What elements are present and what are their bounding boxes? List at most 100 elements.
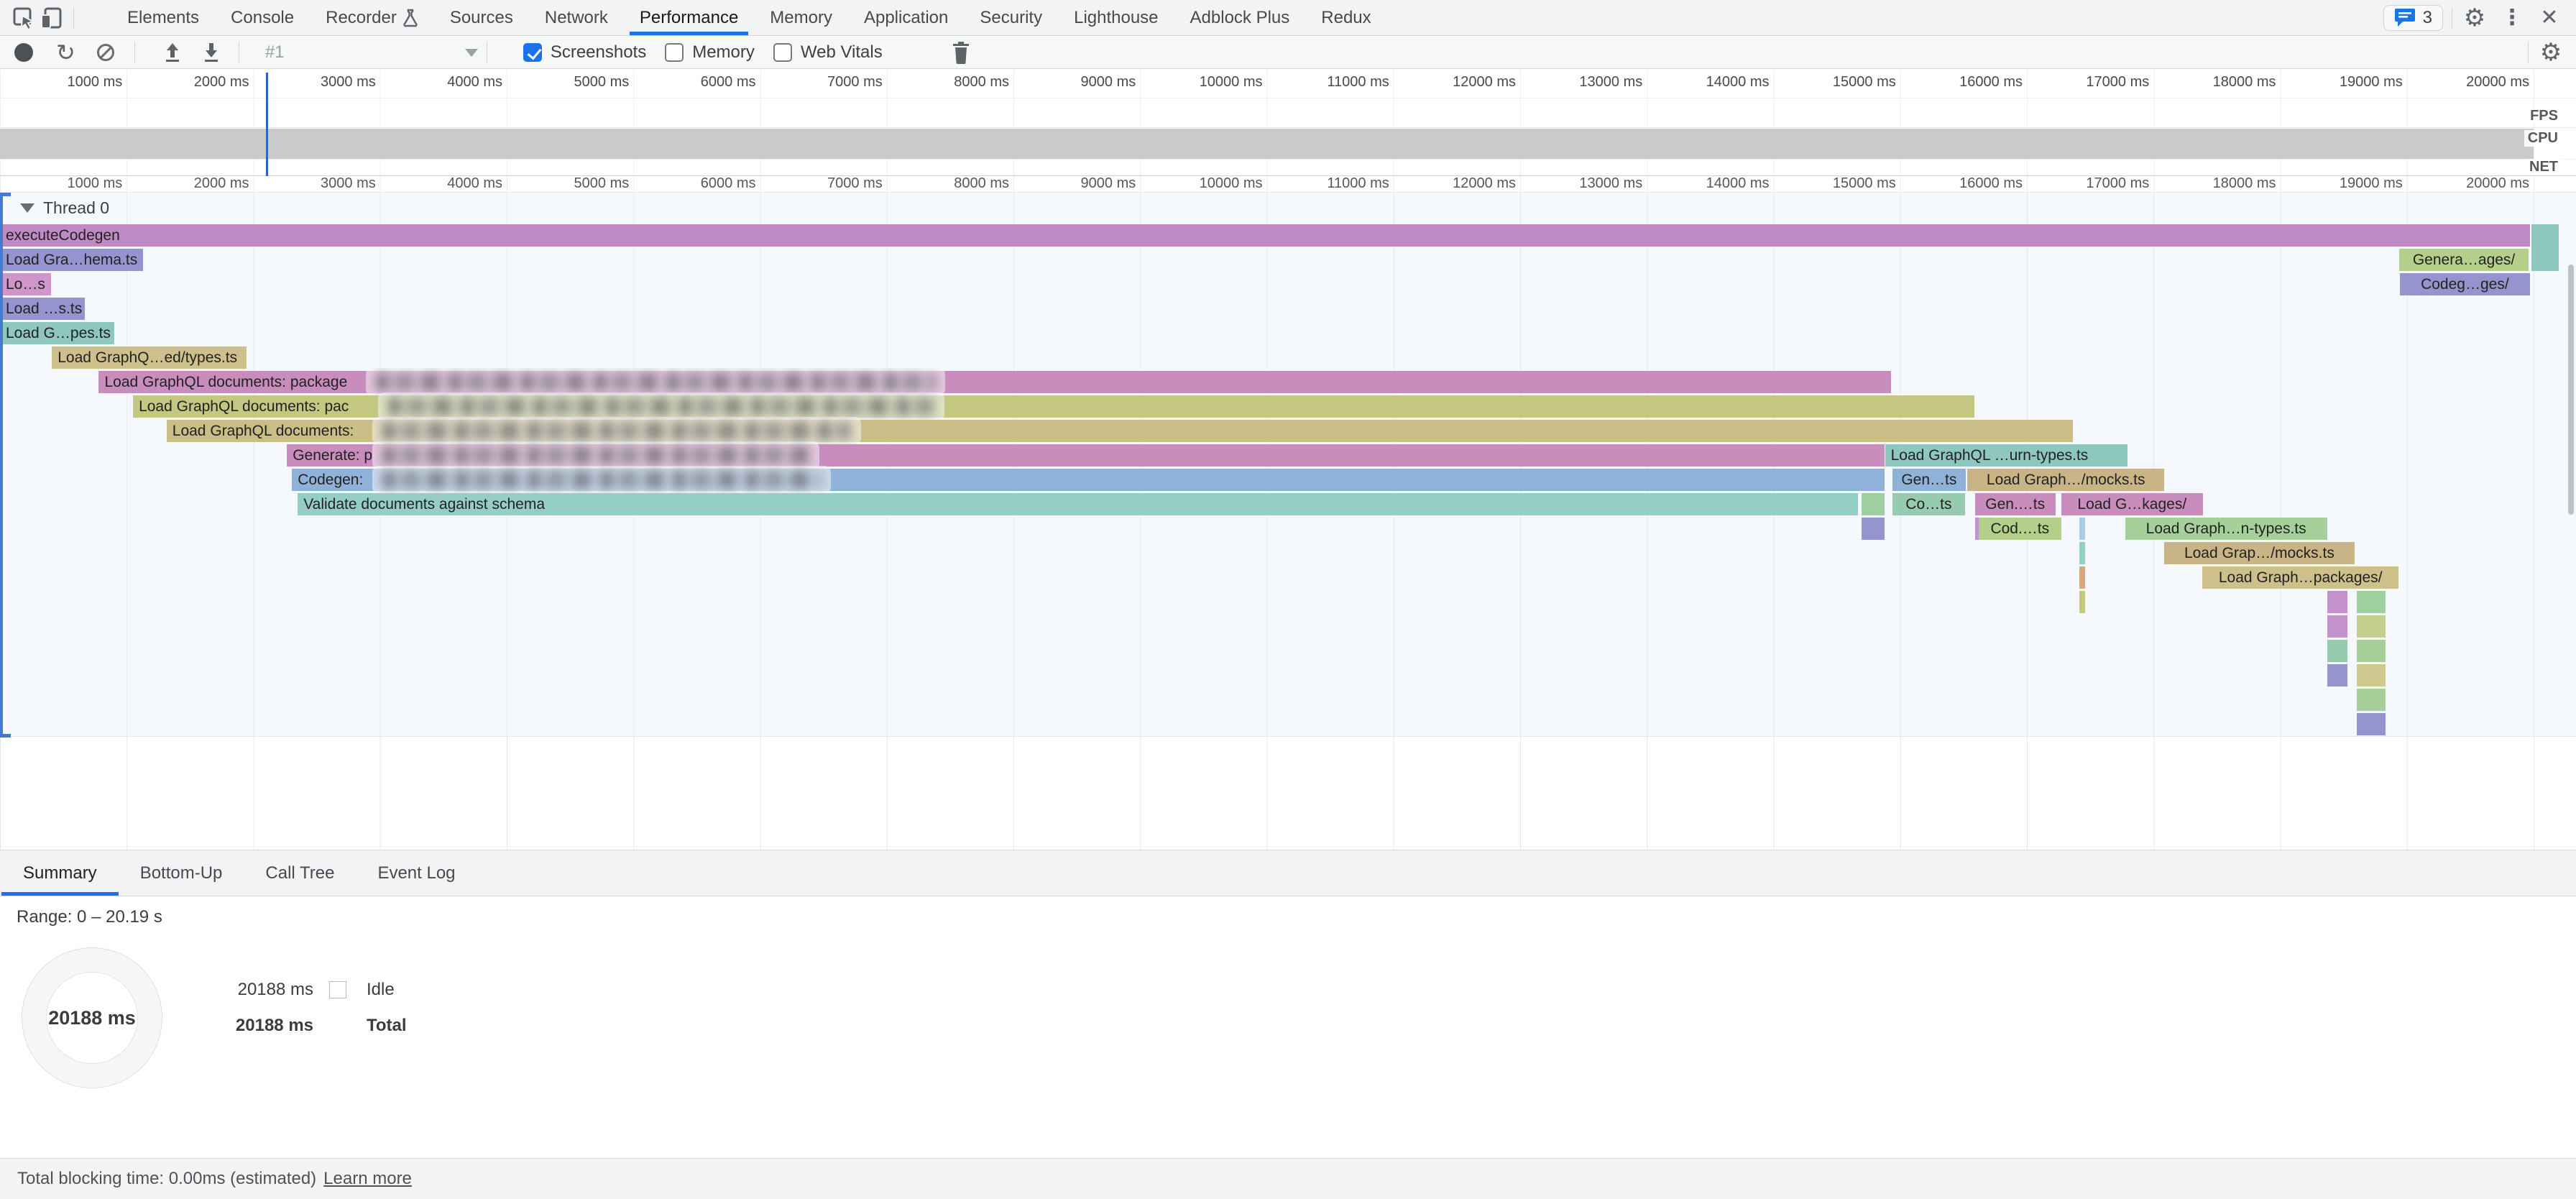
load-profile-icon[interactable]: [162, 42, 183, 63]
flame-bar[interactable]: [2079, 518, 2085, 540]
tab-lighthouse[interactable]: Lighthouse: [1058, 0, 1174, 35]
ruler-tick-label: 8000 ms: [901, 175, 1009, 192]
flame-bar-load-s-ts[interactable]: Load …s.ts: [0, 298, 85, 320]
flame-bar-load-graph-n-types-ts[interactable]: Load Graph…n-types.ts: [2125, 518, 2327, 540]
flame-bar[interactable]: [2357, 615, 2386, 638]
checkbox-memory[interactable]: [665, 43, 684, 62]
ruler-tick-label: 15000 ms: [1788, 175, 1896, 192]
tab-event-log[interactable]: Event Log: [356, 850, 477, 896]
flame-bar[interactable]: [2357, 689, 2386, 711]
overview-lane-fps: FPS: [0, 98, 2576, 128]
checkbox-web-vitals[interactable]: [773, 43, 792, 62]
tab-sources[interactable]: Sources: [434, 0, 529, 35]
flame-bar[interactable]: [2357, 591, 2386, 613]
flame-bar[interactable]: [2531, 224, 2559, 271]
trash-icon[interactable]: [952, 41, 970, 64]
flame-bar-load-g-kages-[interactable]: Load G…kages/: [2061, 493, 2203, 515]
flame-bar[interactable]: [2079, 566, 2085, 589]
ruler-tick-label: 18000 ms: [2168, 175, 2276, 192]
overview-cursor-line[interactable]: [266, 73, 268, 176]
ruler-tick-label: 5000 ms: [521, 74, 629, 91]
flame-bar-load-gra-hema-ts[interactable]: Load Gra…hema.ts: [0, 249, 143, 271]
flame-bar[interactable]: [2327, 615, 2347, 638]
flame-bar-genera-ages-[interactable]: Genera…ages/: [2399, 249, 2529, 271]
flame-bar[interactable]: [2079, 542, 2085, 564]
learn-more-link[interactable]: Learn more: [323, 1169, 412, 1189]
settings-gear-icon[interactable]: ⚙: [2461, 4, 2488, 32]
save-profile-icon[interactable]: [201, 42, 221, 63]
tab-network[interactable]: Network: [529, 0, 624, 35]
ruler-tick-label: 11000 ms: [1282, 175, 1389, 192]
tab-label: Application: [864, 8, 948, 28]
tab-label: Redux: [1321, 8, 1371, 28]
ruler-tick-label: 11000 ms: [1282, 74, 1389, 91]
issues-messages-button[interactable]: 3: [2383, 5, 2443, 31]
flame-bar[interactable]: [2079, 591, 2085, 613]
device-toolbar-icon[interactable]: [37, 4, 65, 32]
ruler-tick-label: 20000 ms: [2421, 175, 2529, 192]
tab-recorder[interactable]: Recorder: [310, 0, 434, 35]
flame-bar-executecodegen[interactable]: executeCodegen: [0, 224, 2530, 247]
flame-chart[interactable]: Thread 0 executeCodegenLoad Gra…hema.ts G…: [0, 193, 2576, 850]
tab-redux[interactable]: Redux: [1305, 0, 1386, 35]
tab-label: Elements: [127, 8, 199, 28]
flame-bar[interactable]: [2327, 640, 2347, 662]
kebab-menu-icon[interactable]: ⋮: [2498, 4, 2526, 32]
tab-label: Lighthouse: [1074, 8, 1158, 28]
reload-and-record-button[interactable]: ↻: [56, 41, 75, 64]
selection-left-line[interactable]: [0, 193, 3, 738]
clear-recording-button[interactable]: [97, 44, 114, 61]
tab-performance[interactable]: Performance: [624, 0, 754, 35]
thread-header[interactable]: Thread 0: [20, 198, 109, 218]
flame-bar-load-graphq-ed-types-ts[interactable]: Load GraphQ…ed/types.ts: [52, 346, 247, 369]
tab-label: Sources: [450, 8, 513, 28]
close-icon[interactable]: ✕: [2536, 4, 2563, 32]
legend-row-idle: 20188 msIdle: [194, 978, 407, 1002]
flame-bar-load-graph-mocks-ts[interactable]: Load Graph…/mocks.ts: [1967, 469, 2164, 491]
flame-bar-lo-s[interactable]: Lo…s: [0, 273, 51, 295]
ruler-tick-label: 1000 ms: [14, 175, 122, 192]
flame-bar[interactable]: [2357, 664, 2386, 686]
vertical-scrollbar[interactable]: [2568, 265, 2574, 515]
flame-bar[interactable]: [2327, 591, 2347, 613]
cpu-activity-band: [0, 129, 2534, 159]
flame-bar[interactable]: [2357, 713, 2386, 735]
tab-call-tree[interactable]: Call Tree: [244, 850, 356, 896]
ruler-tick-label: 10000 ms: [1155, 74, 1263, 91]
flame-bar-load-graph-packages-[interactable]: Load Graph…packages/: [2202, 566, 2398, 589]
flame-bar[interactable]: [2357, 640, 2386, 662]
tab-security[interactable]: Security: [964, 0, 1058, 35]
flame-bar-gen-ts[interactable]: Gen.…ts: [1975, 493, 2056, 515]
checkbox-screenshots[interactable]: [523, 43, 542, 62]
tab-adblock-plus[interactable]: Adblock Plus: [1174, 0, 1306, 35]
flame-bar-validate-documents-against-schema[interactable]: Validate documents against schema: [298, 493, 1858, 515]
tab-elements[interactable]: Elements: [111, 0, 215, 35]
session-select[interactable]: #1: [258, 39, 478, 66]
flame-bar-load-graphql-urn-types-ts[interactable]: Load GraphQL …urn-types.ts: [1885, 444, 2128, 467]
tab-summary[interactable]: Summary: [1, 850, 119, 896]
flame-bar-load-g-pes-ts[interactable]: Load G…pes.ts: [0, 322, 114, 344]
checkbox-label[interactable]: Screenshots: [551, 42, 646, 63]
ruler-tick-label: 8000 ms: [901, 74, 1009, 91]
tab-bottom-up[interactable]: Bottom-Up: [119, 850, 244, 896]
flame-bar[interactable]: [1862, 518, 1885, 540]
flame-bar-gen-ts[interactable]: Gen…ts: [1892, 469, 1965, 491]
tab-application[interactable]: Application: [848, 0, 964, 35]
ruler-tick-label: 7000 ms: [775, 74, 883, 91]
flame-bar[interactable]: [2327, 664, 2347, 686]
flame-bar-cod-ts[interactable]: Cod.…ts: [1979, 518, 2061, 540]
capture-settings-gear-icon[interactable]: ⚙: [2537, 39, 2564, 66]
checkbox-label[interactable]: Web Vitals: [801, 42, 883, 63]
checkbox-item-screenshots: Screenshots: [523, 42, 646, 63]
flame-bar-load-grap-mocks-ts[interactable]: Load Grap…/mocks.ts: [2164, 542, 2354, 564]
checkbox-label[interactable]: Memory: [692, 42, 755, 63]
timeline-overview[interactable]: 1000 ms2000 ms3000 ms4000 ms5000 ms6000 …: [0, 70, 2576, 177]
flame-bar-co-ts[interactable]: Co…ts: [1892, 493, 1964, 515]
record-button[interactable]: [14, 43, 33, 62]
tab-console[interactable]: Console: [215, 0, 310, 35]
checkbox-item-memory: Memory: [665, 42, 755, 63]
tab-memory[interactable]: Memory: [754, 0, 848, 35]
inspect-element-icon[interactable]: [10, 4, 37, 32]
flame-bar-codeg-ges-[interactable]: Codeg…ges/: [2400, 273, 2530, 295]
flame-bar[interactable]: [1862, 493, 1885, 515]
